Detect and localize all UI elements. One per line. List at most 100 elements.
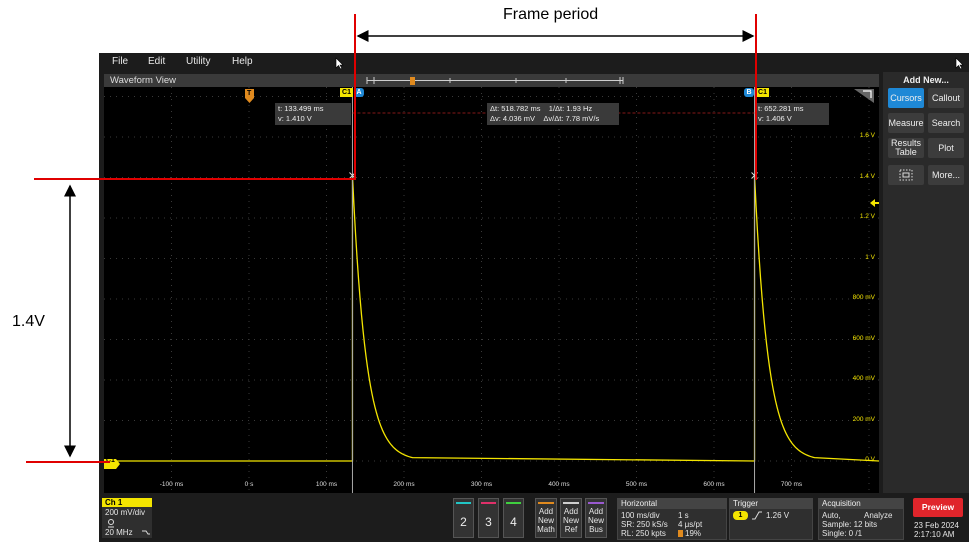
add-new-ref-button[interactable]: Add New Ref: [560, 498, 582, 538]
trigger-position-icon: [678, 530, 683, 537]
y-tick-label: 0 V: [865, 456, 875, 463]
probe-icon: [108, 519, 114, 528]
waveform-graticule: [104, 87, 879, 493]
bus-line-3: Bus: [589, 525, 603, 534]
waveform-plot[interactable]: 1.6 V 1.4 V 1.2 V 1 V 800 mV 600 mV 400 mV 200 …: [104, 87, 879, 493]
channel-3-button[interactable]: 3: [478, 498, 499, 538]
ch1-ground-marker[interactable]: C1: [104, 456, 120, 469]
delta-slope: Δv/Δt: 7.78 mV/s: [543, 114, 600, 123]
measure-button[interactable]: Measure: [888, 113, 924, 133]
x-tick-label: 200 ms: [393, 481, 415, 488]
callout-button[interactable]: Callout: [928, 88, 964, 108]
frame-period-label: Frame period: [503, 6, 599, 23]
ch1-scale: 200 mV/div: [105, 508, 146, 517]
y-tick-label: 1.6 V: [859, 132, 875, 139]
sample-rate: SR: 250 kS/s: [621, 520, 668, 529]
menu-bar: File Edit Utility Help: [99, 53, 969, 72]
bottom-control-bar: Ch 1 200 mV/div 20 MHz 2 3 4 Add New Math …: [99, 495, 969, 542]
horizontal-title: Horizontal: [618, 499, 726, 509]
x-tick-label: 0 s: [244, 481, 254, 488]
date-display: 23 Feb 2024: [914, 521, 959, 530]
search-button[interactable]: Search: [928, 113, 964, 133]
add-new-bus-button[interactable]: Add New Bus: [585, 498, 607, 538]
zoom-box-icon: [899, 169, 913, 181]
ch1-bandwidth: 20 MHz: [105, 528, 133, 537]
menu-file[interactable]: File: [112, 56, 128, 67]
more-button[interactable]: More...: [928, 165, 964, 185]
pointer-icon: [335, 57, 344, 70]
y-tick-label: 200 mV: [852, 415, 875, 423]
ch1-trace: [104, 175, 879, 462]
oscilloscope-window: File Edit Utility Help Waveform View 1.6…: [99, 53, 969, 542]
acquisition-mode: Auto,: [822, 511, 841, 520]
add-new-panel: Add New... Cursors Callout Measure Searc…: [883, 72, 969, 493]
time-display: 2:17:10 AM: [914, 530, 955, 539]
y-tick-label: 800 mV: [852, 294, 875, 301]
plot-button[interactable]: Plot: [928, 138, 964, 158]
trigger-settings[interactable]: Trigger 1 1.26 V: [729, 498, 813, 540]
cursor-a-badge[interactable]: A: [354, 88, 364, 97]
cursor-a-channel-badge: C1: [340, 88, 353, 97]
x-tick-label: 500 ms: [625, 481, 648, 488]
corner-menu-icon[interactable]: [854, 89, 874, 103]
trigger-position-marker[interactable]: T: [245, 89, 254, 103]
bus-line-2: New: [587, 516, 604, 525]
ref-line-3: Ref: [564, 525, 578, 534]
cursor-b-readout: t: 652.281 ms v: 1.406 V: [755, 103, 829, 125]
menu-help[interactable]: Help: [232, 56, 253, 67]
menu-utility[interactable]: Utility: [186, 56, 210, 67]
delta-voltage: Δv: 4.036 mV: [490, 114, 536, 123]
y-tick-label: 1.2 V: [859, 213, 875, 220]
cursors-button[interactable]: Cursors: [888, 88, 924, 108]
channel-2-label: 2: [460, 515, 467, 529]
math-line-1: Add: [538, 507, 554, 516]
y-tick-label: 1.4 V: [859, 172, 875, 180]
delta-frequency: 1/Δt: 1.93 Hz: [548, 104, 593, 113]
cursor-b-label: B: [746, 89, 752, 96]
trigger-level-arrow-icon[interactable]: [870, 199, 879, 207]
menu-edit[interactable]: Edit: [148, 56, 165, 67]
ch1-ground-marker-label: C1: [106, 457, 115, 464]
results-table-button[interactable]: Results Table: [888, 138, 924, 158]
ch1-badge[interactable]: Ch 1 200 mV/div 20 MHz: [102, 498, 152, 538]
add-new-math-button[interactable]: Add New Math: [535, 498, 557, 538]
channel-4-label: 4: [510, 515, 517, 529]
cursor-a-value: v: 1.410 V: [278, 114, 312, 123]
acquisition-settings[interactable]: Acquisition Auto, Analyze Sample: 12 bit…: [818, 498, 904, 540]
bandwidth-limit-icon: [142, 530, 150, 535]
math-line-2: New: [537, 516, 554, 525]
cursor-delta-readout: Δt: 518.782 ms 1/Δt: 1.93 Hz Δv: 4.036 m…: [487, 103, 619, 125]
waveform-view-titlebar: Waveform View: [104, 74, 879, 87]
math-line-3: Math: [537, 525, 555, 534]
y-tick-label: 600 mV: [852, 334, 875, 342]
acquisition-single: Single: 0 /1: [822, 529, 863, 538]
waveform-view-title: Waveform View: [110, 75, 176, 86]
record-overview-icon[interactable]: [366, 76, 624, 86]
zoom-button[interactable]: [888, 165, 924, 185]
channel-2-button[interactable]: 2: [453, 498, 474, 538]
trigger-source-badge: 1: [733, 511, 748, 520]
cursor-a-time: t: 133.499 ms: [278, 104, 324, 113]
pointer-icon-right: [955, 57, 964, 70]
ref-line-1: Add: [563, 507, 579, 516]
time-per-point: 4 μs/pt: [678, 520, 703, 529]
cursor-a-label: A: [356, 89, 362, 96]
results-table-label: Results Table: [890, 138, 921, 157]
channel-3-label: 3: [485, 515, 492, 529]
acquisition-sample: Sample: 12 bits: [822, 520, 878, 529]
x-tick-label: 300 ms: [470, 481, 493, 488]
panel-resize-handle[interactable]: ⋮: [879, 276, 888, 290]
delta-time: Δt: 518.782 ms: [490, 104, 541, 113]
trigger-marker-label: T: [247, 90, 252, 97]
trigger-position-percent: 19%: [685, 529, 702, 538]
preview-button[interactable]: Preview: [913, 498, 963, 517]
horizontal-settings[interactable]: Horizontal 100 ms/div 1 s SR: 250 kS/s 4…: [617, 498, 727, 540]
cursor-b-badge[interactable]: B: [744, 88, 754, 97]
channel-4-button[interactable]: 4: [503, 498, 524, 538]
trigger-title: Trigger: [730, 499, 812, 509]
trigger-source-label: 1: [738, 512, 743, 519]
cursor-b-value: v: 1.406 V: [758, 114, 792, 123]
rising-edge-icon: [752, 511, 762, 520]
x-tick-label: 600 ms: [703, 481, 725, 488]
y-tick-label: 1 V: [865, 253, 875, 261]
